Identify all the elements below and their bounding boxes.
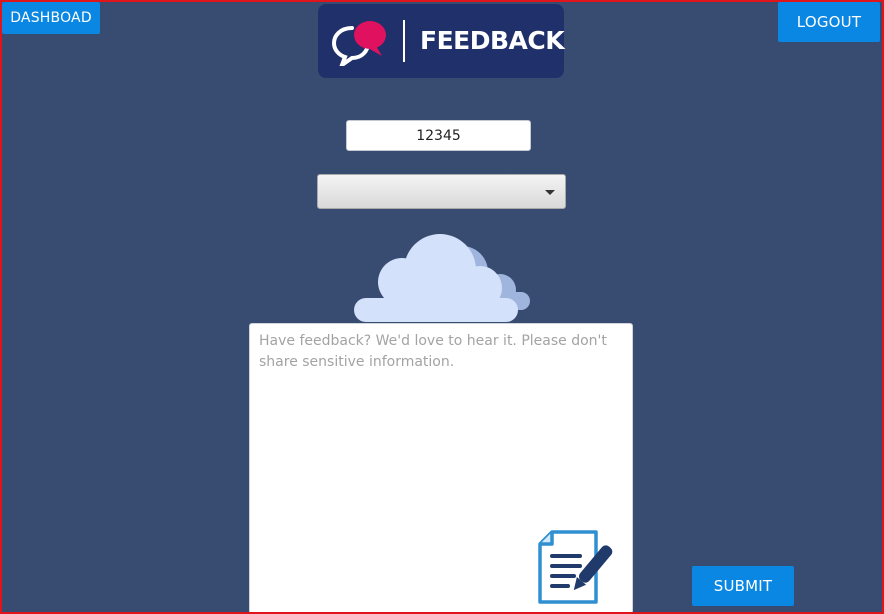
cloud-icon bbox=[354, 234, 530, 322]
logo-text: FEEDBACK bbox=[420, 26, 565, 55]
logout-button[interactable]: LOGOUT bbox=[778, 2, 880, 42]
chat-bubbles-icon bbox=[332, 21, 386, 66]
logo-divider bbox=[403, 20, 405, 62]
feedback-logo: FEEDBACK bbox=[318, 4, 565, 78]
document-pen-icon bbox=[538, 530, 613, 604]
id-field[interactable] bbox=[346, 120, 531, 151]
chevron-down-icon bbox=[545, 190, 555, 195]
category-select[interactable] bbox=[317, 174, 566, 209]
dashboard-button[interactable]: DASHBOAD bbox=[2, 2, 100, 34]
submit-button[interactable]: SUBMIT bbox=[692, 566, 794, 606]
